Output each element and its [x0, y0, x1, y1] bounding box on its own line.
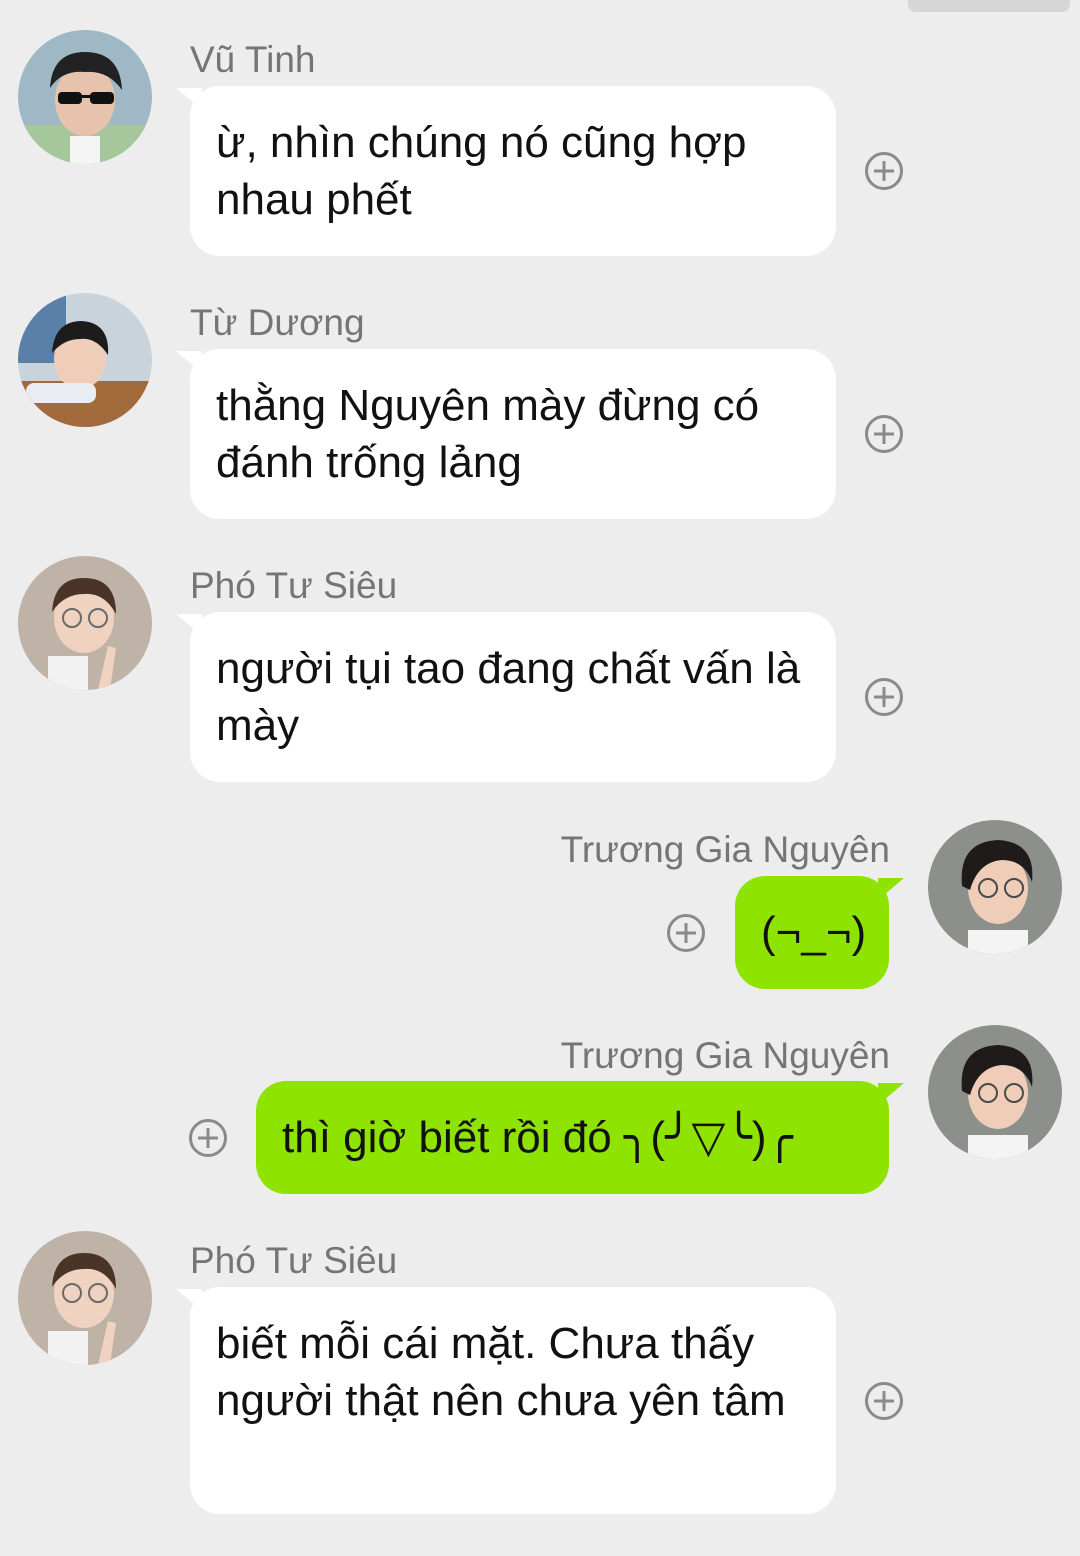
plus-circle-icon: [189, 1119, 227, 1157]
sender-name: Phó Tư Siêu: [190, 565, 398, 606]
avatar[interactable]: [928, 820, 1062, 954]
top-tab-handle: [908, 0, 1070, 12]
message-text: người tụi tao đang chất vấn là mày: [216, 644, 801, 750]
avatar[interactable]: [18, 293, 152, 427]
plus-circle-icon: [865, 1382, 903, 1420]
avatar[interactable]: [928, 1025, 1062, 1159]
plus-circle-icon: [865, 415, 903, 453]
message-text: (¬_¬): [761, 908, 867, 957]
sender-name: Phó Tư Siêu: [190, 1240, 398, 1281]
message-bubble[interactable]: biết mỗi cái mặt. Chưa thấy người thật n…: [190, 1287, 836, 1514]
plus-circle-icon: [865, 678, 903, 716]
avatar-boy-glasses-peace-icon: [18, 556, 152, 690]
sender-name: Trương Gia Nguyên: [560, 829, 890, 870]
message-bubble[interactable]: ừ, nhìn chúng nó cũng hợp nhau phết: [190, 86, 836, 256]
message-text: thằng Nguyên mày đừng có đánh trống lảng: [216, 381, 760, 487]
add-reaction-button[interactable]: [666, 913, 706, 953]
sender-name: Từ Dương: [190, 302, 365, 343]
message-bubble[interactable]: thằng Nguyên mày đừng có đánh trống lảng: [190, 349, 836, 519]
add-reaction-button[interactable]: [864, 677, 904, 717]
add-reaction-button[interactable]: [864, 414, 904, 454]
message-text: biết mỗi cái mặt. Chưa thấy người thật n…: [216, 1319, 786, 1425]
message-bubble[interactable]: (¬_¬): [735, 876, 889, 989]
sender-name: Trương Gia Nguyên: [560, 1035, 890, 1076]
add-reaction-button[interactable]: [864, 1381, 904, 1421]
avatar-boy-glasses-icon: [928, 820, 1062, 954]
plus-circle-icon: [865, 152, 903, 190]
avatar-boy-glasses-peace-icon: [18, 1231, 152, 1365]
add-reaction-button[interactable]: [188, 1118, 228, 1158]
avatar-boy-glasses-icon: [928, 1025, 1062, 1159]
sender-name: Vũ Tinh: [190, 39, 316, 80]
avatar-boy-at-table-icon: [18, 293, 152, 427]
avatar-sunglasses-boy-icon: [18, 30, 152, 164]
message-text: ừ, nhìn chúng nó cũng hợp nhau phết: [216, 118, 747, 224]
avatar[interactable]: [18, 556, 152, 690]
message-bubble[interactable]: người tụi tao đang chất vấn là mày: [190, 612, 836, 782]
avatar[interactable]: [18, 1231, 152, 1365]
plus-circle-icon: [667, 914, 705, 952]
avatar[interactable]: [18, 30, 152, 164]
message-bubble[interactable]: thì giờ biết rồi đó ╮(╯▽╰)╭: [256, 1081, 889, 1194]
add-reaction-button[interactable]: [864, 151, 904, 191]
message-text: thì giờ biết rồi đó ╮(╯▽╰)╭: [282, 1113, 794, 1162]
